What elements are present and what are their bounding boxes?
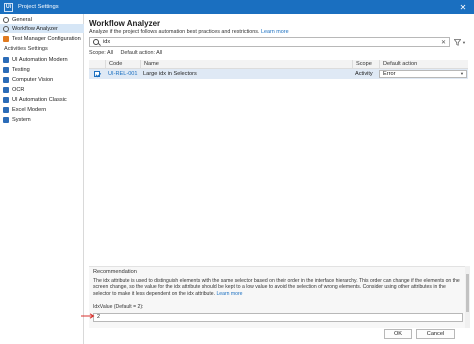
sidebar-item-label: Excel Modern	[12, 106, 47, 113]
ok-button[interactable]: OK	[384, 329, 412, 339]
scope-filter-label: Scope: All	[89, 50, 113, 56]
default-action-value: Error	[383, 71, 396, 77]
chevron-down-icon: ▼	[462, 39, 466, 45]
filter-button[interactable]: ▼	[454, 37, 468, 47]
subtitle-text: Analyze if the project follows automatio…	[89, 29, 260, 35]
test-manager-icon	[3, 35, 9, 42]
arrow-annotation-icon	[81, 313, 95, 319]
sidebar-item-workflow-analyzer[interactable]: Workflow Analyzer	[0, 24, 84, 33]
title-bar: Ui Project Settings ✕	[0, 0, 474, 14]
recommendation-learn-more-link[interactable]: Learn more	[216, 291, 242, 297]
sidebar-item-testing[interactable]: Testing	[0, 65, 84, 74]
sidebar-item-label: General	[12, 16, 32, 23]
default-action-filter-label: Default action: All	[120, 50, 163, 56]
funnel-icon	[454, 38, 461, 46]
sidebar-item-system[interactable]: System	[0, 115, 84, 124]
column-header-name[interactable]: Name	[140, 60, 352, 69]
ocr-icon	[3, 86, 9, 93]
excel-icon	[3, 106, 9, 113]
app-icon: Ui	[4, 2, 13, 12]
cancel-button[interactable]: Cancel	[416, 329, 455, 339]
sidebar-item-label: Test Manager Configuration	[12, 35, 81, 42]
search-input[interactable]: idx ✕	[89, 37, 450, 47]
sidebar-item-label: Computer Vision	[12, 76, 54, 83]
recommendation-text: The idx attribute is used to distinguish…	[93, 278, 461, 297]
column-header-scope[interactable]: Scope	[352, 60, 379, 69]
sidebar-item-label: UI Automation Classic	[12, 96, 67, 103]
search-value: idx	[103, 39, 111, 45]
ui-automation-icon	[3, 56, 9, 63]
sidebar-item-label: Workflow Analyzer	[12, 25, 58, 32]
recommendation-scrollbar[interactable]	[465, 266, 470, 328]
column-header-code[interactable]: Code	[105, 60, 140, 69]
chevron-down-icon: ▼	[460, 71, 464, 76]
default-action-select[interactable]: Error ▼	[379, 70, 467, 78]
rule-scope: Activity	[355, 71, 373, 77]
learn-more-link[interactable]: Learn more	[261, 29, 289, 35]
clear-search-icon[interactable]: ✕	[441, 39, 446, 46]
sidebar-item-label: Testing	[12, 66, 30, 73]
rule-code: UI-REL-001	[108, 71, 138, 77]
page-title: Workflow Analyzer	[89, 19, 161, 28]
analyzer-icon	[3, 25, 9, 32]
idx-value-label: IdxValue (Default = 2):	[93, 304, 144, 310]
table-header: Code Name Scope Default action	[89, 60, 468, 69]
search-icon	[93, 39, 99, 45]
column-header-default-action[interactable]: Default action	[379, 60, 468, 69]
sidebar-item-excel-modern[interactable]: Excel Modern	[0, 105, 84, 114]
recommendation-panel: Recommendation The idx attribute is used…	[89, 266, 465, 328]
window-title: Project Settings	[18, 4, 59, 10]
main-panel: Workflow Analyzer Analyze if the project…	[86, 14, 474, 344]
sidebar-item-ui-automation-classic[interactable]: UI Automation Classic	[0, 95, 84, 104]
scrollbar-thumb[interactable]	[466, 274, 469, 312]
sidebar-item-ui-automation-modern[interactable]: UI Automation Modern	[0, 55, 84, 64]
rule-enabled-checkbox[interactable]	[94, 71, 100, 77]
table-row[interactable]: UI-REL-001 Large idx in Selectors Activi…	[89, 69, 468, 79]
gear-icon	[3, 16, 9, 23]
sidebar-item-label: UI Automation Modern	[12, 56, 68, 63]
recommendation-title: Recommendation	[93, 269, 137, 275]
sidebar-item-label: System	[12, 116, 31, 123]
computer-vision-icon	[3, 76, 9, 83]
ui-automation-classic-icon	[3, 96, 9, 103]
rule-name: Large idx in Selectors	[143, 71, 197, 77]
sidebar-item-computer-vision[interactable]: Computer Vision	[0, 75, 84, 84]
sidebar-item-test-manager[interactable]: Test Manager Configuration	[0, 34, 84, 43]
testing-icon	[3, 66, 9, 73]
recommendation-body: The idx attribute is used to distinguish…	[93, 278, 460, 297]
page-subtitle: Analyze if the project follows automatio…	[89, 29, 289, 35]
sidebar: General Workflow Analyzer Test Manager C…	[0, 14, 84, 344]
sidebar-section-activities: Activities Settings	[4, 46, 48, 52]
close-icon[interactable]: ✕	[452, 0, 474, 14]
sidebar-item-general[interactable]: General	[0, 15, 84, 24]
idx-value-input[interactable]: 2	[93, 313, 463, 322]
system-icon	[3, 116, 9, 123]
active-filters: Scope: All Default action: All	[89, 50, 168, 56]
sidebar-item-ocr[interactable]: OCR	[0, 85, 84, 94]
sidebar-item-label: OCR	[12, 86, 25, 93]
